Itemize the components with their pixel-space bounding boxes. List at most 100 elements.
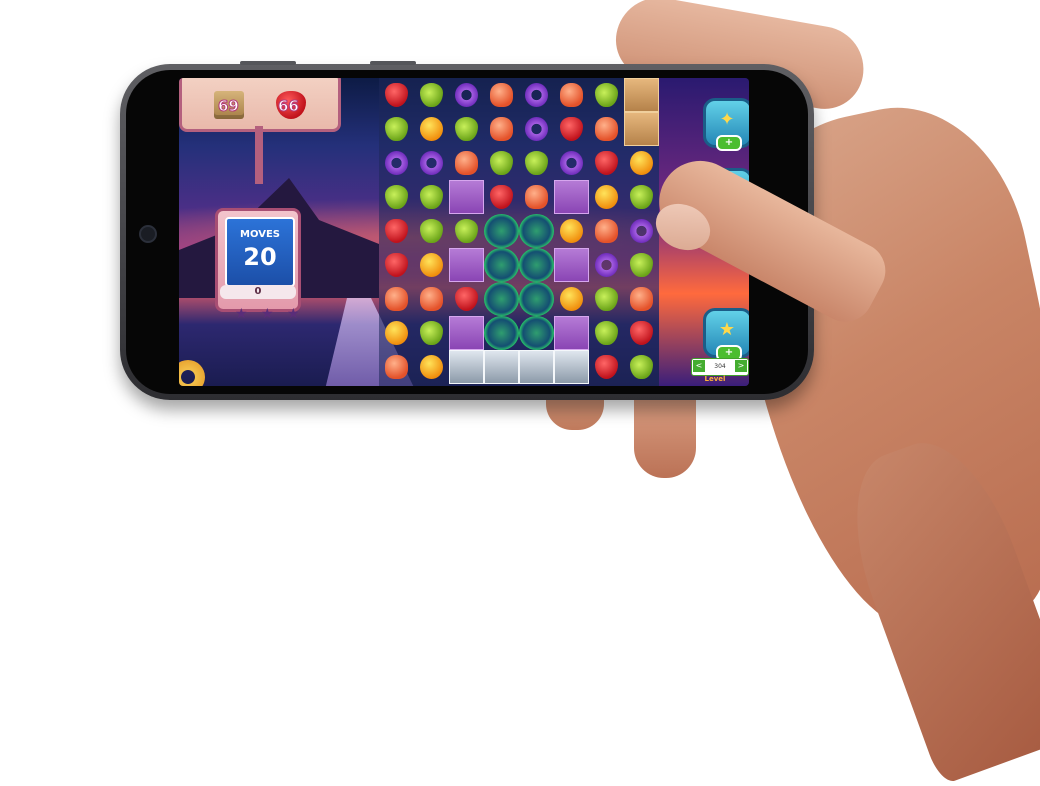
level-selector[interactable]: < 304 > — [691, 358, 749, 376]
board-cell[interactable] — [589, 146, 624, 180]
board-cell[interactable] — [449, 78, 484, 112]
lock-tile[interactable] — [554, 180, 589, 214]
board-cell[interactable] — [624, 146, 659, 180]
board-cell[interactable] — [554, 282, 589, 316]
level-next-button[interactable]: > — [735, 360, 747, 372]
board-cell[interactable] — [449, 214, 484, 248]
board-cell[interactable] — [414, 78, 449, 112]
shuffle-booster-button[interactable]: ✦ + — [703, 98, 749, 151]
board-cell[interactable] — [414, 316, 449, 350]
board-cell[interactable] — [624, 214, 659, 248]
board-cell[interactable] — [624, 316, 659, 350]
donut-icon — [420, 151, 443, 175]
portal-tile[interactable] — [484, 282, 519, 316]
strawberry-icon — [595, 355, 618, 379]
board-cell[interactable] — [519, 112, 554, 146]
lock-tile[interactable] — [449, 248, 484, 282]
board-cell[interactable] — [519, 146, 554, 180]
board-cell[interactable] — [414, 282, 449, 316]
board-cell[interactable] — [554, 146, 589, 180]
donut-icon — [595, 253, 618, 277]
level-prev-button[interactable]: < — [693, 360, 705, 372]
donut-decoration-icon — [179, 360, 205, 386]
board-cell[interactable] — [589, 214, 624, 248]
pear-icon — [420, 321, 443, 345]
portal-tile[interactable] — [484, 214, 519, 248]
board-cell[interactable] — [414, 112, 449, 146]
board-cell[interactable] — [379, 248, 414, 282]
box-tile[interactable] — [624, 112, 659, 146]
ice-tile[interactable] — [519, 350, 554, 384]
board-cell[interactable] — [589, 282, 624, 316]
pear-icon — [630, 355, 653, 379]
moves-panel: MOVES 20 0 — [215, 208, 301, 312]
jelly-icon — [490, 117, 513, 141]
pear-icon — [455, 219, 478, 243]
board-cell[interactable] — [484, 112, 519, 146]
board-cell[interactable] — [379, 316, 414, 350]
board-cell[interactable] — [589, 180, 624, 214]
board-cell[interactable] — [624, 350, 659, 384]
board-cell[interactable] — [554, 78, 589, 112]
board-cell[interactable] — [519, 78, 554, 112]
board-cell[interactable] — [589, 316, 624, 350]
board-cell[interactable] — [379, 282, 414, 316]
jelly-icon — [595, 219, 618, 243]
phone-power-button — [370, 61, 416, 65]
board-cell[interactable] — [519, 180, 554, 214]
pear-icon — [630, 253, 653, 277]
board-cell[interactable] — [414, 350, 449, 384]
pear-icon — [630, 185, 653, 209]
portal-tile[interactable] — [519, 282, 554, 316]
portal-tile[interactable] — [484, 248, 519, 282]
lock-tile[interactable] — [554, 316, 589, 350]
board-cell[interactable] — [414, 146, 449, 180]
lock-tile[interactable] — [554, 248, 589, 282]
jelly-icon — [420, 287, 443, 311]
portal-tile[interactable] — [519, 214, 554, 248]
board-cell[interactable] — [554, 112, 589, 146]
board-cell[interactable] — [589, 112, 624, 146]
board-cell[interactable] — [379, 78, 414, 112]
portal-tile[interactable] — [519, 248, 554, 282]
board-cell[interactable] — [624, 282, 659, 316]
lock-tile[interactable] — [449, 316, 484, 350]
ice-tile[interactable] — [449, 350, 484, 384]
board-cell[interactable] — [484, 146, 519, 180]
board-cell[interactable] — [624, 248, 659, 282]
board-cell[interactable] — [379, 112, 414, 146]
board-cell[interactable] — [589, 248, 624, 282]
portal-tile[interactable] — [519, 316, 554, 350]
board-cell[interactable] — [484, 180, 519, 214]
strawberry-icon — [560, 117, 583, 141]
star-rating: ★ ★ ★ — [235, 306, 305, 322]
board-cell[interactable] — [379, 214, 414, 248]
board-cell[interactable] — [414, 180, 449, 214]
ice-tile[interactable] — [554, 350, 589, 384]
board-cell[interactable] — [484, 78, 519, 112]
board-cell[interactable] — [414, 214, 449, 248]
portal-tile[interactable] — [484, 316, 519, 350]
board-cell[interactable] — [414, 248, 449, 282]
board-cell[interactable] — [449, 282, 484, 316]
board-cell[interactable] — [554, 214, 589, 248]
lock-tile[interactable] — [449, 180, 484, 214]
donut-icon — [455, 83, 478, 107]
level-label: Level — [704, 375, 726, 383]
board-cell[interactable] — [379, 180, 414, 214]
ice-tile[interactable] — [484, 350, 519, 384]
box-tile[interactable] — [624, 78, 659, 112]
magic-wand-booster-button[interactable]: ★ + — [703, 308, 749, 361]
board-cell[interactable] — [589, 78, 624, 112]
pear-icon — [420, 219, 443, 243]
board-cell[interactable] — [624, 180, 659, 214]
board-cell[interactable] — [449, 146, 484, 180]
shuffle-booster-icon: ✦ — [719, 109, 735, 130]
board-cell[interactable] — [589, 350, 624, 384]
add-booster-button[interactable]: + — [716, 135, 742, 151]
match3-board[interactable] — [379, 78, 659, 386]
strawberry-icon — [595, 151, 618, 175]
board-cell[interactable] — [379, 146, 414, 180]
board-cell[interactable] — [379, 350, 414, 384]
board-cell[interactable] — [449, 112, 484, 146]
